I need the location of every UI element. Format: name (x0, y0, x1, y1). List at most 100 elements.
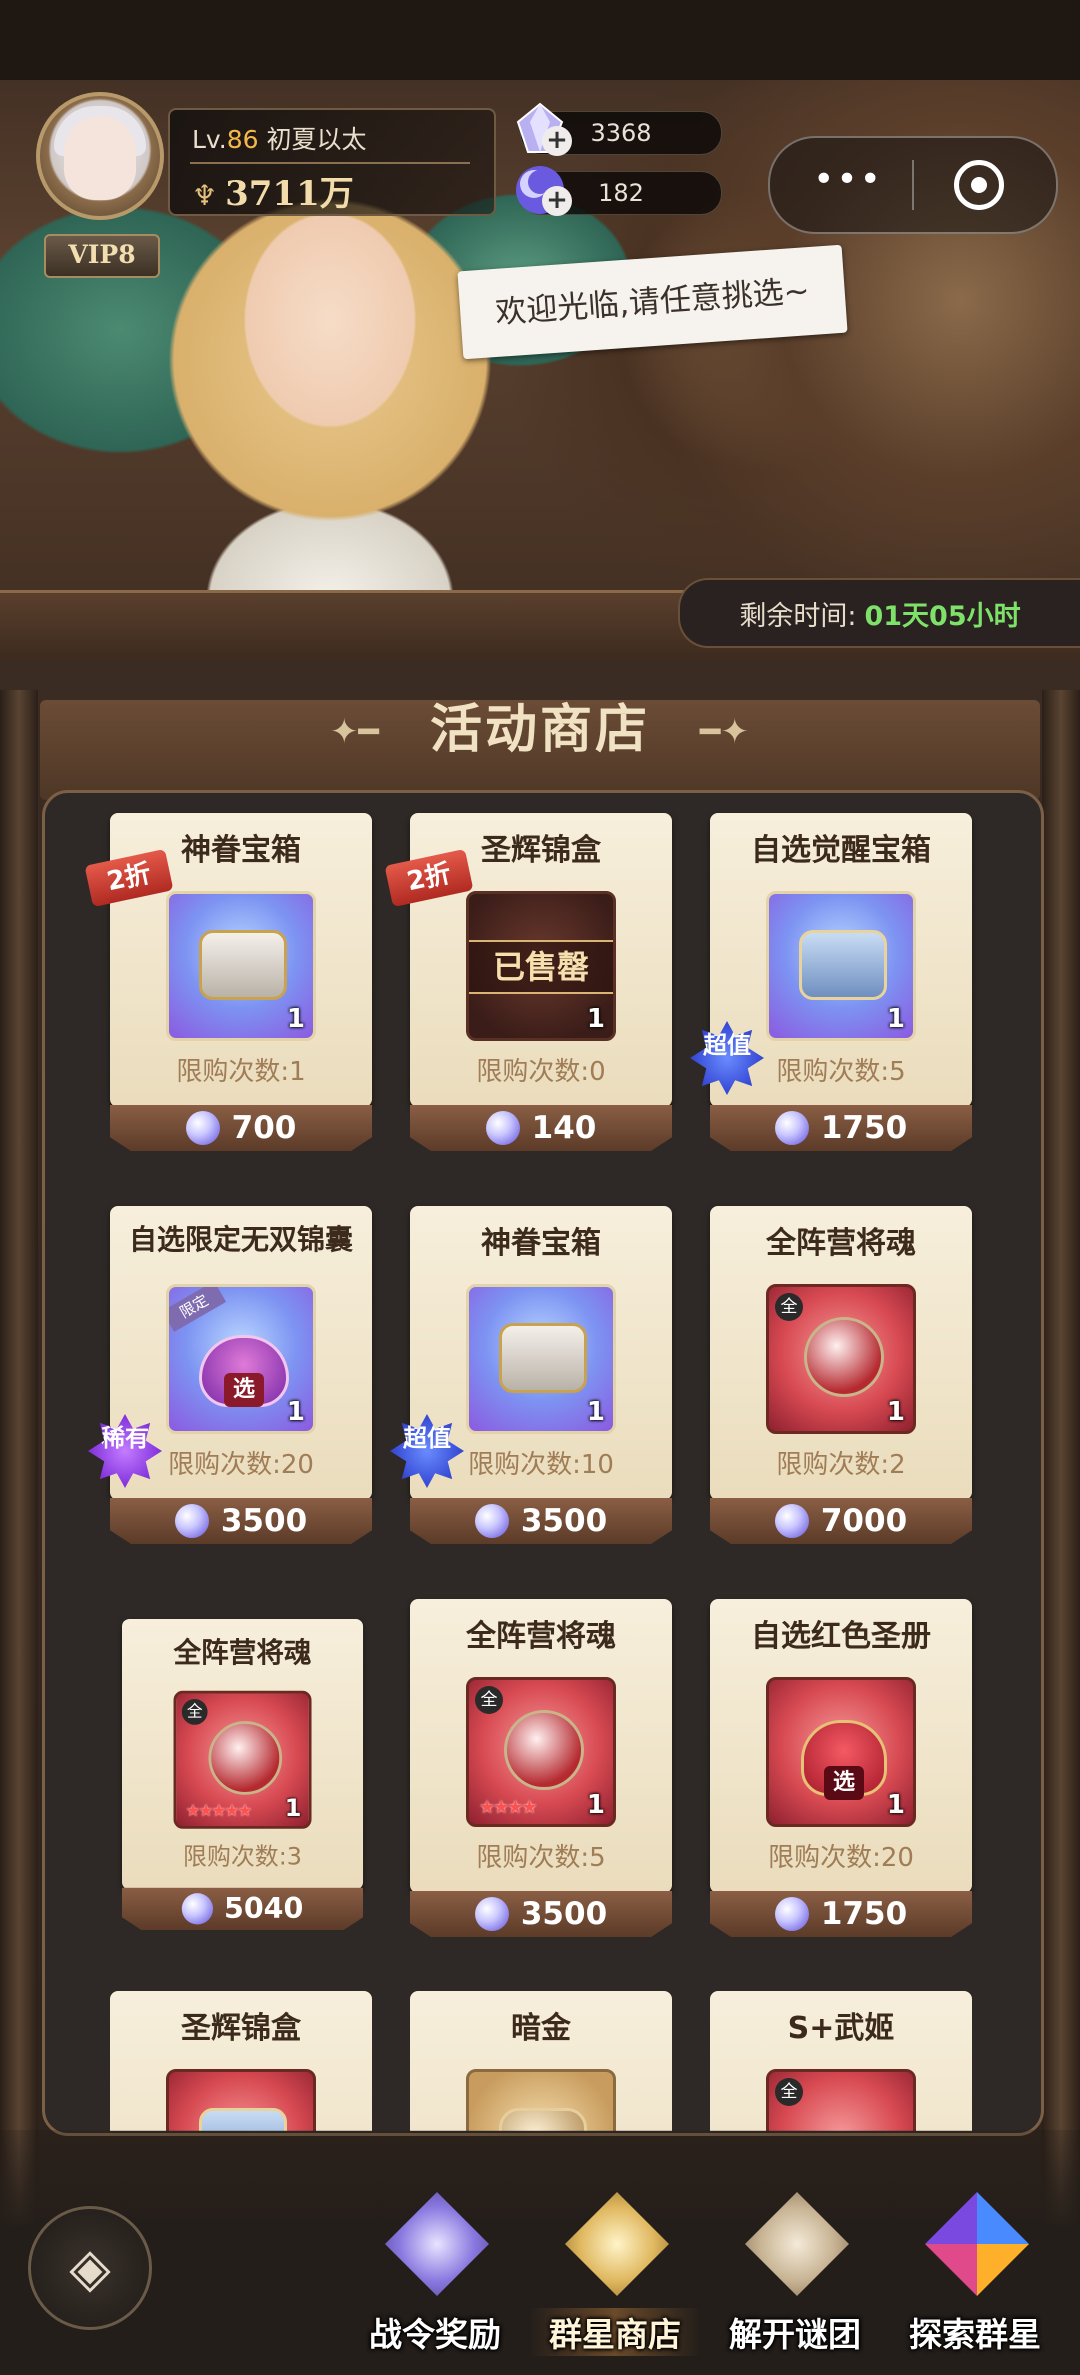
power-icon: ♆ (192, 179, 218, 212)
price-value: 3500 (220, 1503, 308, 1539)
buy-price-button[interactable]: 5040 (122, 1887, 364, 1930)
purchase-limit: 限购次数:1 (176, 1057, 306, 1087)
star-rating: ★★★★ (479, 1797, 538, 1818)
buy-price-button[interactable]: 3500 (410, 1498, 672, 1544)
buy-price-button[interactable]: 1750 (710, 1891, 972, 1937)
all-faction-tag: 全 (181, 1699, 208, 1725)
avatar-face (64, 116, 136, 200)
target-circle-icon[interactable] (954, 160, 1004, 210)
purchase-limit: 限购次数:2 (776, 1450, 906, 1480)
item-icon-tile (466, 2069, 616, 2131)
nav-battle-pass-rewards[interactable]: 战令奖励 (350, 2186, 520, 2356)
shop-item-card[interactable]: 神眷宝箱 1 限购次数:1 700 2折 (84, 813, 372, 1151)
mini-program-capsule: ••• (768, 136, 1058, 234)
nav-star-shop[interactable]: 群星商店 (530, 2186, 700, 2356)
vip-badge[interactable]: VIP8 (44, 234, 160, 278)
item-quantity: 1 (886, 1004, 905, 1034)
price-value: 700 (231, 1110, 297, 1146)
all-faction-tag: 全 (475, 1686, 503, 1714)
add-gem-button[interactable]: + (542, 126, 572, 156)
moon-orb-icon (474, 1504, 509, 1538)
moon-orb-icon (174, 1504, 209, 1538)
item-icon-tile: 全 1 (766, 1284, 916, 1434)
treasure-chest-icon (499, 1323, 587, 1393)
status-bar-area (0, 0, 1080, 80)
panel-divider (190, 162, 470, 164)
price-value: 140 (531, 1110, 597, 1146)
buy-price-button[interactable]: 3500 (110, 1498, 372, 1544)
purchase-limit: 限购次数:20 (768, 1843, 914, 1873)
item-icon-tile: 全 ★★★★★ 1 (173, 1690, 312, 1829)
item-quantity: 1 (886, 1790, 905, 1820)
item-icon-tile: 已售罄 1 (466, 891, 616, 1041)
explore-gems-icon (925, 2192, 1029, 2296)
item-quantity: 1 (886, 1397, 905, 1427)
buy-price-button[interactable]: 7000 (710, 1498, 972, 1544)
buy-price-button[interactable]: 140 (410, 1105, 672, 1151)
shop-item-card[interactable]: 全阵营将魂 全 ★★★★★ 1 限购次数:3 5040 (122, 1619, 364, 1930)
all-faction-tag: 全 (775, 1293, 803, 1321)
more-dots-icon[interactable]: ••• (808, 158, 888, 208)
item-title: 自选限定无双锦囊 (128, 1223, 353, 1256)
shop-item-grid: 神眷宝箱 1 限购次数:1 700 2折 圣辉锦盒 已售罄 1 限购次数:0 1… (42, 790, 1044, 2136)
buy-price-button[interactable]: 700 (110, 1105, 372, 1151)
item-icon-tile: 全 (766, 2069, 916, 2131)
shop-item-card[interactable]: 自选觉醒宝箱 1 限购次数:5 1750 超值 (690, 813, 972, 1151)
item-icon-tile: 1 (166, 891, 316, 1041)
shop-item-card[interactable]: S+武姬 全 (710, 1991, 972, 2131)
item-icon-tile: 1 (766, 891, 916, 1041)
item-title: 神眷宝箱 (481, 1226, 601, 1261)
limited-tag: 限定 (169, 1287, 227, 1332)
price-value: 1750 (820, 1896, 908, 1932)
item-quantity: 1 (586, 1790, 605, 1820)
item-quantity: 1 (586, 1004, 605, 1034)
moon-orb-icon (181, 1893, 213, 1925)
remaining-time: 剩余时间: 01天05小时 (678, 578, 1080, 648)
shop-item-card[interactable]: 自选限定无双锦囊 限定 选 1 限购次数:20 3500 稀有 (88, 1206, 372, 1544)
back-button[interactable]: ◈ (28, 2206, 152, 2330)
price-value: 7000 (820, 1503, 908, 1539)
shop-item-card[interactable]: 圣辉锦盒 (110, 1991, 372, 2131)
purchase-limit: 限购次数:5 (476, 1843, 606, 1873)
nav-label: 群星商店 (530, 2308, 700, 2356)
nav-label: 探索群星 (909, 2315, 1041, 2354)
purchase-limit: 限购次数:0 (476, 1057, 606, 1087)
right-pillar (1042, 690, 1080, 2290)
shop-item-card[interactable]: 全阵营将魂 全 1 限购次数:2 7000 (710, 1206, 972, 1544)
item-quantity: 1 (286, 1397, 305, 1427)
gift-box-icon (199, 2108, 287, 2131)
price-value: 3500 (520, 1896, 608, 1932)
dark-gold-icon (499, 2108, 587, 2131)
mystery-scroll-icon (745, 2192, 849, 2296)
item-quantity: 1 (286, 1004, 305, 1034)
back-arrow-icon: ◈ (69, 2236, 111, 2299)
player-avatar[interactable] (36, 92, 164, 220)
add-orb-button[interactable]: + (542, 186, 572, 216)
item-icon-tile: 选 1 (766, 1677, 916, 1827)
shop-item-card[interactable]: 神眷宝箱 1 限购次数:10 3500 超值 (390, 1206, 672, 1544)
shop-item-card[interactable]: 自选红色圣册 选 1 限购次数:20 1750 (710, 1599, 972, 1937)
item-icon-tile (166, 2069, 316, 2131)
buy-price-button[interactable]: 3500 (410, 1891, 672, 1937)
buy-price-button[interactable]: 1750 (710, 1105, 972, 1151)
treasure-chest-icon (199, 930, 287, 1000)
star-shop-icon (565, 2192, 669, 2296)
item-title: 全阵营将魂 (173, 1637, 312, 1670)
item-title: 全阵营将魂 (766, 1226, 916, 1261)
item-title: S+武姬 (787, 2011, 895, 2046)
nav-solve-mystery[interactable]: 解开谜团 (710, 2186, 880, 2356)
capsule-divider (912, 160, 914, 210)
item-title: 全阵营将魂 (466, 1619, 616, 1654)
shop-title: 活动商店 (429, 699, 650, 760)
all-faction-tag: 全 (775, 2078, 803, 2106)
soul-orb-icon (804, 1317, 884, 1397)
timer-label: 剩余时间: (739, 600, 857, 632)
shop-item-card[interactable]: 全阵营将魂 全 ★★★★ 1 限购次数:5 3500 (410, 1599, 672, 1937)
item-quantity: 1 (284, 1794, 302, 1823)
shop-item-card[interactable]: 暗金 (410, 1991, 672, 2131)
price-value: 1750 (820, 1110, 908, 1146)
nav-explore-stars[interactable]: 探索群星 (890, 2186, 1060, 2356)
sold-out-label: 已售罄 (469, 940, 613, 994)
shop-item-card[interactable]: 圣辉锦盒 已售罄 1 限购次数:0 140 2折 (384, 813, 672, 1151)
price-value: 5040 (223, 1892, 304, 1926)
